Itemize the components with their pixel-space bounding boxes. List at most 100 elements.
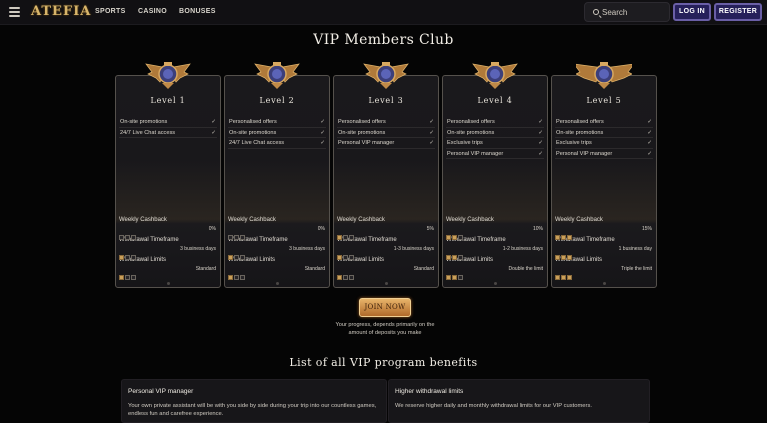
check-icon: ✓ <box>647 119 652 125</box>
level-title: Level 3 <box>368 96 404 105</box>
star-icon <box>234 275 239 280</box>
vip-level-card: Level 5 Personalised offers ✓ On-site promo… <box>551 75 657 288</box>
star-icon <box>458 275 463 280</box>
check-icon: ✓ <box>320 129 325 136</box>
limits-stars <box>228 267 246 280</box>
feature-list: Personalised offers ✓ On-site promotions ✓ P… <box>337 117 435 149</box>
star-icon <box>240 235 245 240</box>
star-icon <box>337 255 342 260</box>
cashback-row: 0% <box>228 225 326 240</box>
star-icon <box>567 275 572 280</box>
cashback-row: 0% <box>119 225 217 240</box>
check-icon: ✓ <box>429 140 434 147</box>
star-icon <box>119 235 124 240</box>
star-icon <box>240 255 245 260</box>
star-icon <box>337 235 342 240</box>
level-title: Level 2 <box>259 96 295 105</box>
star-icon <box>125 235 130 240</box>
feature-label: On-site promotions <box>556 129 604 136</box>
limits-stars <box>555 267 573 280</box>
level-emblem-icon <box>140 58 196 90</box>
register-button[interactable]: REGISTER <box>714 3 762 21</box>
timeframe-row: 1-3 business days <box>337 245 435 260</box>
cashback-stars <box>446 227 464 240</box>
timeframe-row: 3 business days <box>228 245 326 260</box>
level-stats: Weekly Cashback 10% Withdrawal Timeframe 1-… <box>446 216 544 280</box>
limits-row: Double the limit <box>446 265 544 280</box>
limits-row: Standard <box>119 265 217 280</box>
star-icon <box>343 235 348 240</box>
star-icon <box>349 255 354 260</box>
search-label: Search <box>602 8 628 17</box>
benefit-description: We reserve higher daily and monthly with… <box>395 403 592 409</box>
star-icon <box>555 255 560 260</box>
star-icon <box>555 235 560 240</box>
feature-list: Personalised offers ✓ On-site promotions ✓ 2… <box>228 117 326 149</box>
site-logo[interactable]: ATEFIA <box>31 4 91 19</box>
benefit-card: Personal VIP manager Your own private as… <box>121 379 387 423</box>
level-stats: Weekly Cashback 5% Withdrawal Timeframe 1-3… <box>337 216 435 280</box>
star-icon <box>234 255 239 260</box>
timeframe-value: 1 business day <box>618 246 652 252</box>
star-icon <box>343 275 348 280</box>
limits-value: Standard <box>413 266 434 272</box>
top-header: ATEFIA SPORTS CASINO BONUSES Search LOG … <box>0 0 767 25</box>
star-icon <box>446 235 451 240</box>
level-emblem-icon <box>573 58 635 90</box>
star-icon <box>234 235 239 240</box>
feature-item: On-site promotions ✓ <box>119 117 217 128</box>
nav-bonuses[interactable]: BONUSES <box>179 8 216 15</box>
feature-label: Exclusive trips <box>556 140 592 147</box>
feature-label: Personalised offers <box>338 119 386 125</box>
feature-list: On-site promotions ✓ 24/7 Live Chat access… <box>119 117 217 139</box>
check-icon: ✓ <box>320 119 325 125</box>
feature-label: On-site promotions <box>447 129 495 136</box>
join-now-button[interactable]: JOIN NOW <box>359 298 411 317</box>
vip-level-card: Level 1 On-site promotions ✓ 24/7 Live Chat… <box>115 75 221 288</box>
card-dot <box>493 282 497 285</box>
timeframe-value: 1-3 business days <box>393 246 434 252</box>
star-icon <box>555 275 560 280</box>
card-dot <box>602 282 606 285</box>
menu-icon[interactable] <box>9 7 20 17</box>
star-icon <box>561 275 566 280</box>
feature-label: On-site promotions <box>229 129 277 136</box>
cashback-stars <box>337 227 355 240</box>
limits-stars <box>337 267 355 280</box>
cashback-value: 5% <box>426 226 434 232</box>
check-icon: ✓ <box>429 119 434 125</box>
benefit-description: Your own private assistant will be with … <box>128 403 377 417</box>
login-button[interactable]: LOG IN <box>673 3 711 21</box>
cashback-label: Weekly Cashback <box>555 217 603 223</box>
feature-item: Exclusive trips ✓ <box>446 138 544 149</box>
star-icon <box>119 275 124 280</box>
search-box[interactable]: Search <box>584 2 670 22</box>
check-icon: ✓ <box>647 140 652 147</box>
star-icon <box>125 255 130 260</box>
nav-sports[interactable]: SPORTS <box>95 8 126 15</box>
level-stats: Weekly Cashback 0% Withdrawal Timeframe 3 b… <box>119 216 217 280</box>
limits-value: Standard <box>304 266 325 272</box>
check-icon: ✓ <box>538 129 543 136</box>
feature-label: Personal VIP manager <box>447 150 504 157</box>
feature-label: On-site promotions <box>338 129 386 136</box>
feature-item: Personal VIP manager ✓ <box>446 149 544 160</box>
feature-item: Personalised offers ✓ <box>228 117 326 128</box>
cashback-label: Weekly Cashback <box>228 217 276 223</box>
search-icon <box>593 9 599 15</box>
feature-list: Personalised offers ✓ On-site promotions ✓ E… <box>555 117 653 160</box>
star-icon <box>446 255 451 260</box>
level-emblem-icon <box>358 58 414 90</box>
nav-casino[interactable]: CASINO <box>138 8 167 15</box>
star-icon <box>228 255 233 260</box>
level-emblem-icon <box>467 58 523 90</box>
timeframe-row: 1-2 business days <box>446 245 544 260</box>
level-title: Level 5 <box>586 96 622 105</box>
check-icon: ✓ <box>320 140 325 147</box>
feature-label: 24/7 Live Chat access <box>120 129 176 136</box>
limits-row: Standard <box>228 265 326 280</box>
cashback-row: 5% <box>337 225 435 240</box>
limits-row: Standard <box>337 265 435 280</box>
cashback-row: 15% <box>555 225 653 240</box>
timeframe-stars <box>446 247 464 260</box>
